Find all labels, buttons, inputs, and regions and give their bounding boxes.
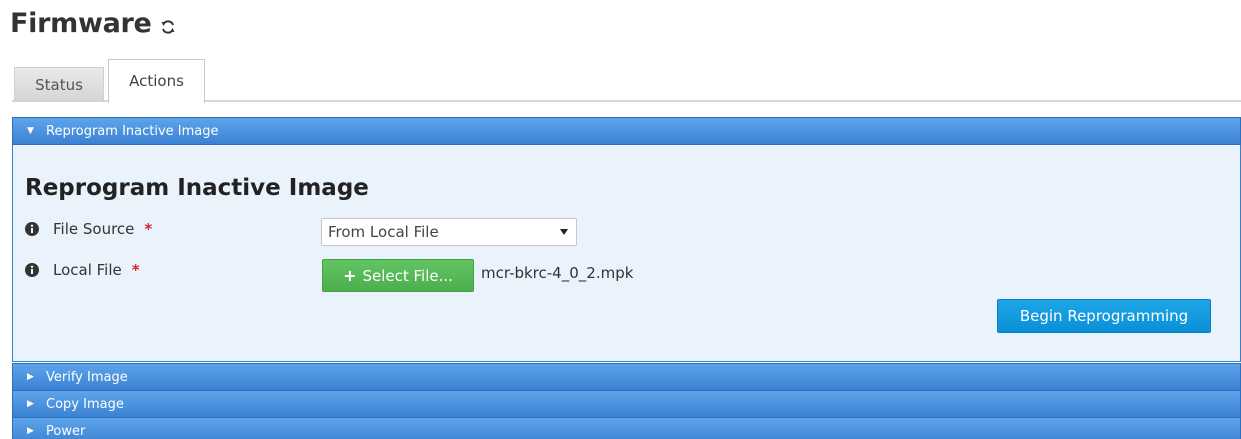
file-source-label: File Source: [53, 220, 135, 238]
select-file-label: Select File...: [362, 266, 453, 285]
chevron-down-icon: [560, 229, 568, 235]
tab-bar: Status Actions: [12, 59, 1241, 104]
accordion-header-power[interactable]: ▶ Power: [12, 417, 1241, 439]
accordion-label: Power: [46, 423, 86, 439]
file-source-row: File Source *: [25, 217, 152, 241]
accordion-header-reprogram[interactable]: ▼ Reprogram Inactive Image: [12, 117, 1241, 145]
caret-down-icon: ▼: [27, 126, 34, 136]
page-title: Firmware: [10, 8, 152, 39]
info-icon[interactable]: [25, 263, 39, 277]
begin-reprogramming-button[interactable]: Begin Reprogramming: [997, 299, 1211, 333]
accordion-header-copy[interactable]: ▶ Copy Image: [12, 390, 1241, 418]
accordion-label: Copy Image: [46, 396, 124, 412]
required-marker: *: [131, 261, 140, 279]
accordion-label: Reprogram Inactive Image: [46, 123, 219, 139]
accordion-header-verify[interactable]: ▶ Verify Image: [12, 363, 1241, 391]
selected-file-name: mcr-bkrc-4_0_2.mpk: [481, 264, 634, 282]
caret-right-icon: ▶: [27, 372, 34, 382]
tab-status[interactable]: Status: [14, 67, 104, 102]
required-marker: *: [144, 220, 153, 238]
file-source-select[interactable]: From Local File: [321, 218, 577, 246]
info-icon[interactable]: [25, 222, 39, 236]
caret-right-icon: ▶: [27, 426, 34, 436]
section-title: Reprogram Inactive Image: [25, 175, 369, 201]
refresh-icon[interactable]: [160, 19, 176, 35]
file-source-value: From Local File: [328, 223, 439, 241]
select-file-button[interactable]: + Select File...: [322, 259, 474, 292]
accordion-label: Verify Image: [46, 369, 128, 385]
plus-icon: +: [343, 266, 357, 285]
local-file-label: Local File: [53, 261, 122, 279]
local-file-row: Local File *: [25, 258, 140, 282]
caret-right-icon: ▶: [27, 399, 34, 409]
tab-actions[interactable]: Actions: [108, 59, 205, 104]
